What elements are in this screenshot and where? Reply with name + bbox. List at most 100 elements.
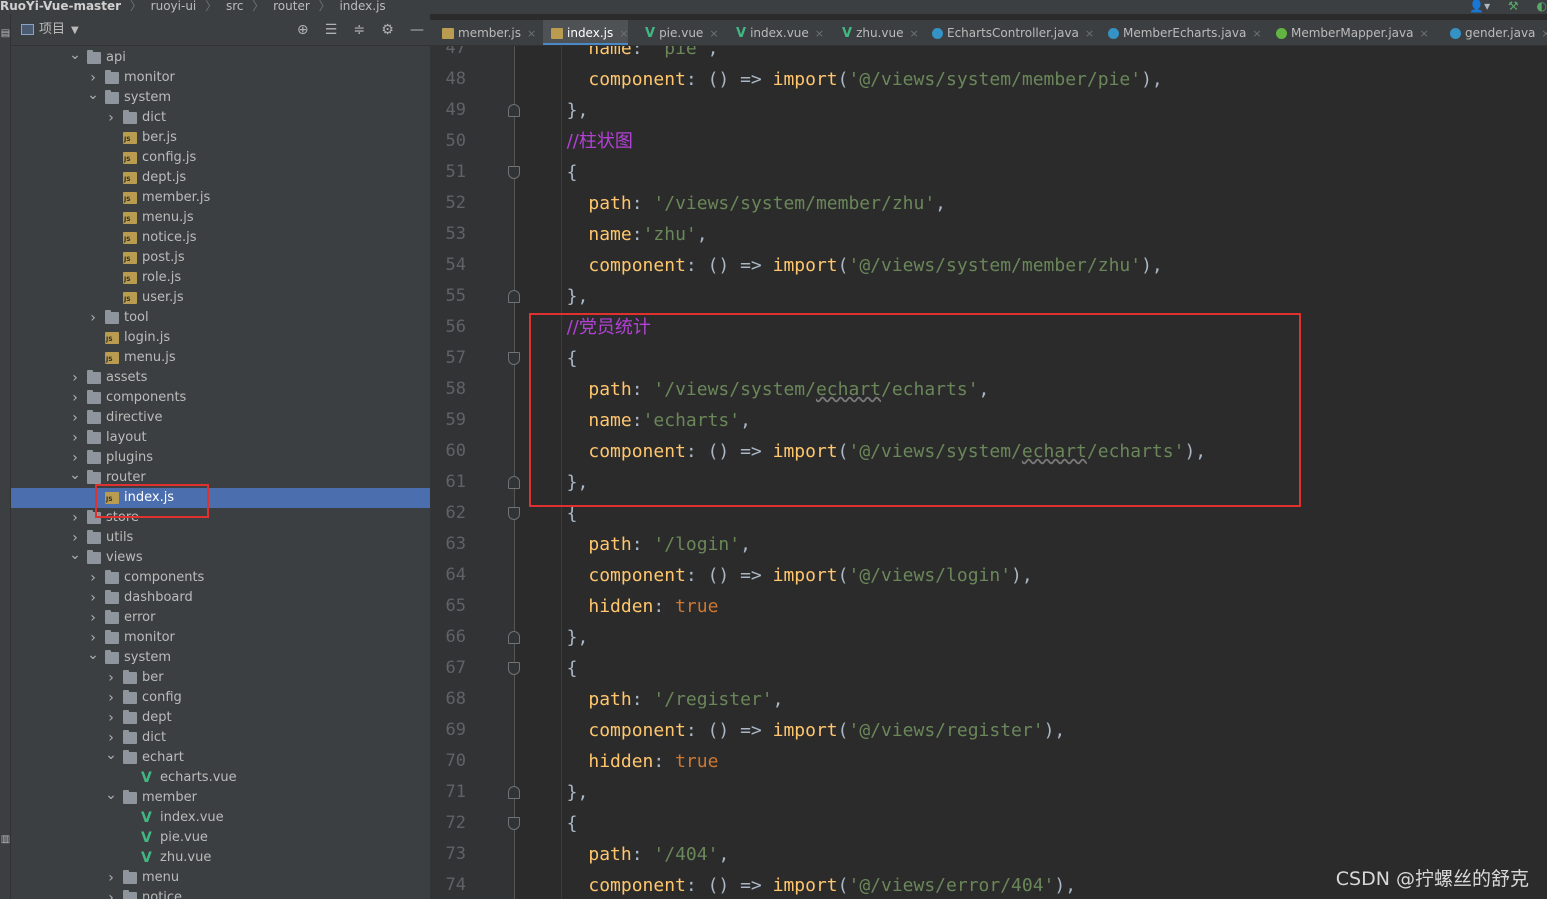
code-line[interactable]: 48 component: () => import('@/views/syst…	[430, 64, 1547, 95]
tree-folder-components[interactable]: › components	[11, 388, 430, 408]
tree-folder-ber[interactable]: › ber	[11, 668, 430, 688]
chevron-right-icon[interactable]: ›	[87, 308, 99, 328]
tree-file-notice.js[interactable]: notice.js	[11, 228, 430, 248]
code-line[interactable]: 72 {	[430, 808, 1547, 839]
breadcrumb-project[interactable]: RuoYi-Vue-master	[0, 0, 121, 12]
expand-icon[interactable]: ☰	[325, 14, 338, 46]
tree-folder-assets[interactable]: › assets	[11, 368, 430, 388]
project-tool-window-icon[interactable]: ▤	[0, 28, 11, 39]
tab-pie.vue[interactable]: Vpie.vue ×	[637, 20, 719, 45]
chevron-right-icon[interactable]: ›	[87, 68, 99, 88]
tree-file-echarts.vue[interactable]: Vecharts.vue	[11, 768, 430, 788]
tree-folder-dept[interactable]: › dept	[11, 708, 430, 728]
tree-folder-system[interactable]: ⌄ system	[11, 648, 430, 668]
tree-folder-dashboard[interactable]: › dashboard	[11, 588, 430, 608]
chevron-right-icon[interactable]: ›	[105, 888, 117, 899]
tree-folder-menu[interactable]: › menu	[11, 868, 430, 888]
close-icon[interactable]: ×	[709, 27, 718, 40]
user-icon[interactable]: 👤▾	[1469, 0, 1490, 12]
breadcrumb-part[interactable]: index.js	[339, 0, 385, 12]
fold-start-icon[interactable]	[508, 507, 520, 520]
chevron-right-icon[interactable]: ›	[87, 628, 99, 648]
chevron-down-icon[interactable]: ⌄	[105, 788, 117, 802]
fold-end-icon[interactable]	[508, 631, 520, 644]
collapse-icon[interactable]: ≑	[353, 14, 365, 46]
fold-start-icon[interactable]	[508, 662, 520, 675]
fold-start-icon[interactable]	[508, 352, 520, 365]
code-line[interactable]: 63 path: '/login',	[430, 529, 1547, 560]
tree-folder-member[interactable]: ⌄ member	[11, 788, 430, 808]
chevron-right-icon[interactable]: ›	[69, 408, 81, 428]
tree-file-index.vue[interactable]: Vindex.vue	[11, 808, 430, 828]
tree-folder-system[interactable]: ⌄ system	[11, 88, 430, 108]
tree-folder-store[interactable]: › store	[11, 508, 430, 528]
close-icon[interactable]: ×	[619, 27, 628, 40]
code-line[interactable]: 49 },	[430, 95, 1547, 126]
tree-file-user.js[interactable]: user.js	[11, 288, 430, 308]
tree-folder-plugins[interactable]: › plugins	[11, 448, 430, 468]
chevron-down-icon[interactable]: ⌄	[87, 648, 99, 662]
tree-file-role.js[interactable]: role.js	[11, 268, 430, 288]
tree-folder-error[interactable]: › error	[11, 608, 430, 628]
breadcrumb-part[interactable]: ruoyi-ui	[151, 0, 197, 12]
chevron-right-icon[interactable]: ›	[69, 388, 81, 408]
tree-folder-dict[interactable]: › dict	[11, 108, 430, 128]
tab-gender.java[interactable]: gender.java ×	[1442, 20, 1547, 45]
tree-file-index.js[interactable]: index.js	[11, 488, 430, 508]
tree-folder-layout[interactable]: › layout	[11, 428, 430, 448]
code-line[interactable]: 66 },	[430, 622, 1547, 653]
tree-folder-utils[interactable]: › utils	[11, 528, 430, 548]
chevron-down-icon[interactable]: ⌄	[69, 468, 81, 482]
tree-folder-tool[interactable]: › tool	[11, 308, 430, 328]
code-line[interactable]: 65 hidden: true	[430, 591, 1547, 622]
close-icon[interactable]: ×	[1419, 27, 1428, 40]
tab-index.js[interactable]: index.js ×	[543, 20, 629, 45]
chevron-right-icon[interactable]: ›	[87, 608, 99, 628]
code-line[interactable]: 51 {	[430, 157, 1547, 188]
tree-folder-notice[interactable]: › notice	[11, 888, 430, 899]
structure-tool-window-icon[interactable]: ▥	[0, 834, 11, 845]
tree-folder-views[interactable]: ⌄ views	[11, 548, 430, 568]
tree-file-ber.js[interactable]: ber.js	[11, 128, 430, 148]
tree-folder-monitor[interactable]: › monitor	[11, 68, 430, 88]
close-icon[interactable]: ×	[909, 27, 918, 40]
tree-file-post.js[interactable]: post.js	[11, 248, 430, 268]
code-line[interactable]: 53 name:'zhu',	[430, 219, 1547, 250]
code-line[interactable]: 50 //柱状图	[430, 126, 1547, 157]
close-icon[interactable]: ×	[527, 27, 536, 40]
chevron-down-icon[interactable]: ⌄	[87, 88, 99, 102]
close-icon[interactable]: ×	[1541, 27, 1547, 40]
tree-folder-config[interactable]: › config	[11, 688, 430, 708]
code-line[interactable]: 54 component: () => import('@/views/syst…	[430, 250, 1547, 281]
chevron-right-icon[interactable]: ›	[105, 868, 117, 888]
tree-file-dept.js[interactable]: dept.js	[11, 168, 430, 188]
chevron-right-icon[interactable]: ›	[69, 428, 81, 448]
code-line[interactable]: 64 component: () => import('@/views/logi…	[430, 560, 1547, 591]
tree-file-menu.js[interactable]: menu.js	[11, 348, 430, 368]
tree-folder-api[interactable]: ⌄ api	[11, 48, 430, 68]
minimize-icon[interactable]: —	[410, 14, 424, 46]
tree-folder-monitor[interactable]: › monitor	[11, 628, 430, 648]
chevron-right-icon[interactable]: ›	[87, 588, 99, 608]
breadcrumb-part[interactable]: src	[226, 0, 244, 12]
close-icon[interactable]: ×	[815, 27, 824, 40]
code-line[interactable]: 69 component: () => import('@/views/regi…	[430, 715, 1547, 746]
chevron-down-icon[interactable]: ⌄	[69, 48, 81, 62]
fold-end-icon[interactable]	[508, 786, 520, 799]
tree-folder-echart[interactable]: ⌄ echart	[11, 748, 430, 768]
close-icon[interactable]: ×	[1252, 27, 1261, 40]
tree-folder-dict[interactable]: › dict	[11, 728, 430, 748]
tree-file-config.js[interactable]: config.js	[11, 148, 430, 168]
tab-zhu.vue[interactable]: Vzhu.vue ×	[834, 20, 919, 45]
chevron-right-icon[interactable]: ›	[105, 728, 117, 748]
fold-end-icon[interactable]	[508, 476, 520, 489]
chevron-right-icon[interactable]: ›	[105, 668, 117, 688]
chevron-right-icon[interactable]: ›	[69, 528, 81, 548]
tree-file-pie.vue[interactable]: Vpie.vue	[11, 828, 430, 848]
tree-folder-components[interactable]: › components	[11, 568, 430, 588]
tree-folder-router[interactable]: ⌄ router	[11, 468, 430, 488]
tab-member.js[interactable]: member.js ×	[434, 20, 536, 45]
search-everywhere-icon[interactable]: ◐	[1537, 0, 1547, 12]
close-icon[interactable]: ×	[1085, 27, 1094, 40]
code-line[interactable]: 52 path: '/views/system/member/zhu',	[430, 188, 1547, 219]
